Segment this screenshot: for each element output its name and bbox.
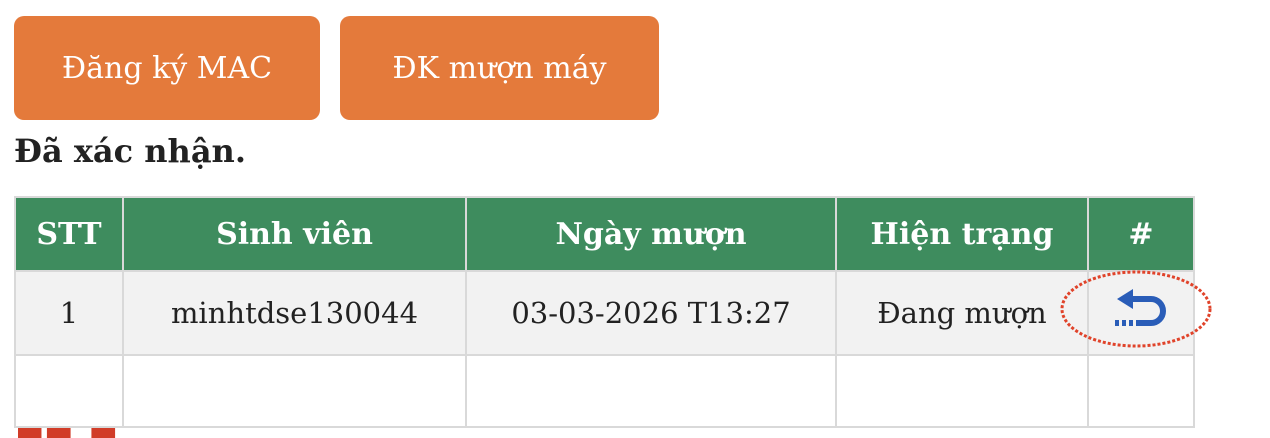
empty-cell xyxy=(122,354,467,428)
return-icon[interactable] xyxy=(1113,288,1169,338)
cutoff-text: ▀▀ ▀ xyxy=(18,428,128,438)
register-borrow-button[interactable]: ĐK mượn máy xyxy=(340,16,659,120)
confirmed-heading: Đã xác nhận. xyxy=(14,132,246,170)
empty-cell xyxy=(465,354,837,428)
table-row-empty xyxy=(14,354,1195,428)
header-action: # xyxy=(1087,196,1195,272)
empty-cell xyxy=(1087,354,1195,428)
header-borrow-date: Ngày mượn xyxy=(465,196,837,272)
cell-borrow-date: 03-03-2026 T13:27 xyxy=(465,270,837,356)
cell-student: minhtdse130044 xyxy=(122,270,467,356)
header-student: Sinh viên xyxy=(122,196,467,272)
header-status: Hiện trạng xyxy=(835,196,1089,272)
cell-stt: 1 xyxy=(14,270,124,356)
cell-action xyxy=(1087,270,1195,356)
empty-cell xyxy=(835,354,1089,428)
table-row: 1 minhtdse130044 03-03-2026 T13:27 Đang … xyxy=(14,270,1195,356)
register-mac-button[interactable]: Đăng ký MAC xyxy=(14,16,320,120)
cell-status: Đang mượn xyxy=(835,270,1089,356)
borrow-table: STT Sinh viên Ngày mượn Hiện trạng # 1 m… xyxy=(14,196,1195,428)
header-stt: STT xyxy=(14,196,124,272)
table-header-row: STT Sinh viên Ngày mượn Hiện trạng # xyxy=(14,196,1195,272)
empty-cell xyxy=(14,354,124,428)
